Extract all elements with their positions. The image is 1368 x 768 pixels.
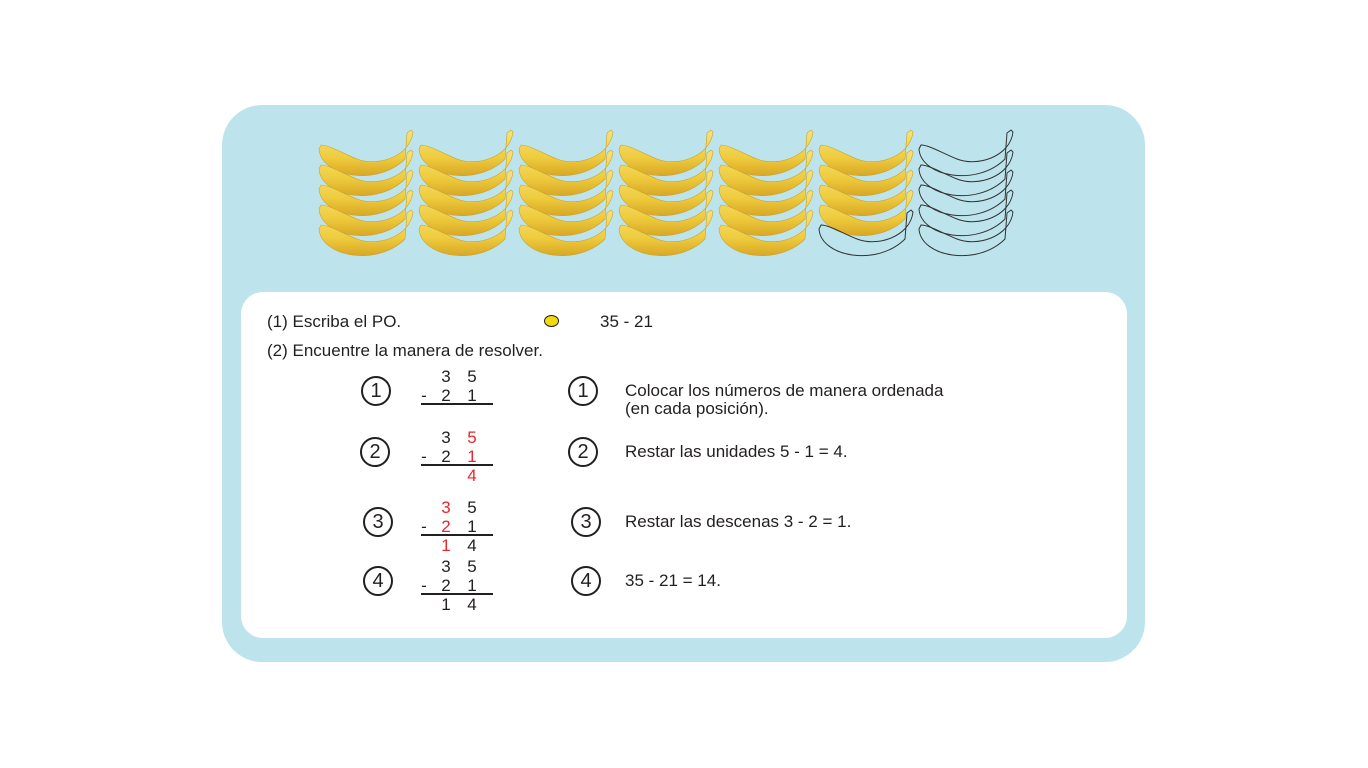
result-tens: 1 bbox=[441, 595, 451, 614]
minuend-units: 5 bbox=[467, 498, 477, 517]
banana-outline-icon bbox=[918, 209, 1014, 257]
minuend-tens: 3 bbox=[441, 428, 451, 447]
step-text-cont: (en cada posición). bbox=[625, 399, 769, 418]
minuend-units: 5 bbox=[467, 557, 477, 576]
minuend-units: 5 bbox=[467, 428, 477, 447]
result-units: 4 bbox=[467, 536, 477, 555]
sum-line bbox=[421, 593, 493, 595]
result-units: 4 bbox=[467, 466, 477, 485]
step-number-right: 3 bbox=[571, 507, 601, 537]
banana-stacks bbox=[318, 129, 1014, 257]
sum-line bbox=[421, 534, 493, 536]
question-1: (1) Escriba el PO. bbox=[267, 312, 402, 331]
step-text: Restar las descenas 3 - 2 = 1. bbox=[625, 512, 852, 531]
step-number-left: 3 bbox=[363, 507, 393, 537]
answer-bullet-icon bbox=[544, 315, 559, 327]
step-number-left: 2 bbox=[360, 437, 390, 467]
step-text: Restar las unidades 5 - 1 = 4. bbox=[625, 442, 848, 461]
result-units: 4 bbox=[467, 595, 477, 614]
sum-line bbox=[421, 403, 493, 405]
step-number-left: 4 bbox=[363, 566, 393, 596]
minuend-units: 5 bbox=[467, 367, 477, 386]
minuend-tens: 3 bbox=[441, 367, 451, 386]
step-text: Colocar los números de manera ordenada bbox=[625, 381, 944, 400]
step-number-left: 1 bbox=[361, 376, 391, 406]
result-tens: 1 bbox=[441, 536, 451, 555]
minuend-tens: 3 bbox=[441, 557, 451, 576]
step-number-right: 2 bbox=[568, 437, 598, 467]
step-number-right: 1 bbox=[568, 376, 598, 406]
minuend-tens: 3 bbox=[441, 498, 451, 517]
sum-line bbox=[421, 464, 493, 466]
po-answer: 35 - 21 bbox=[600, 312, 653, 331]
step-text: 35 - 21 = 14. bbox=[625, 571, 721, 590]
step-number-right: 4 bbox=[571, 566, 601, 596]
question-2: (2) Encuentre la manera de resolver. bbox=[267, 341, 543, 360]
